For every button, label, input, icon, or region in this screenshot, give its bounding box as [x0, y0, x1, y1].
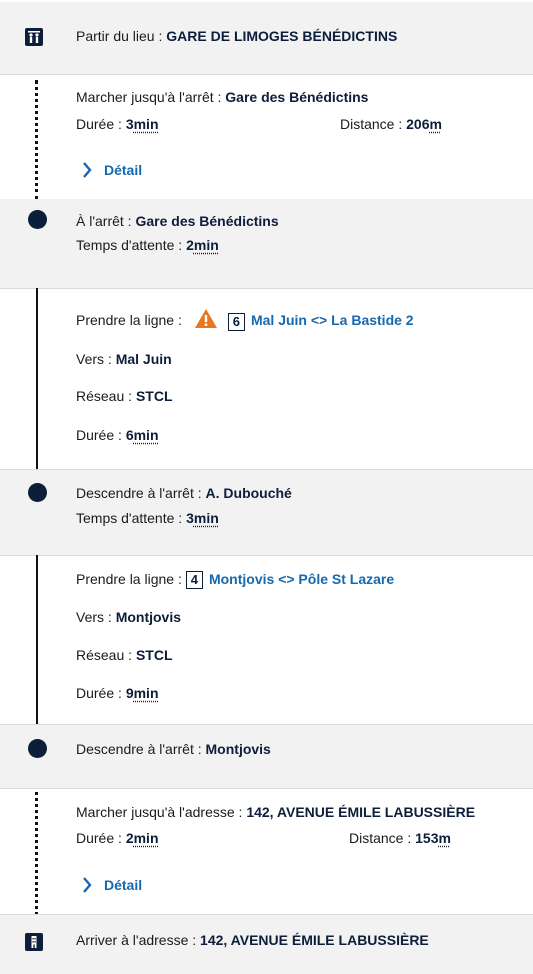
walk2-label: Marcher jusqu'à l'adresse : — [76, 804, 247, 820]
building-icon — [25, 933, 43, 951]
walk1-distance: Distance : 206m — [340, 115, 442, 133]
stop-marker-icon — [28, 739, 47, 758]
stop2-stop: A. Dubouché — [205, 485, 292, 501]
ride2-label: Prendre la ligne : — [76, 571, 186, 587]
wait-unit: min — [193, 510, 219, 526]
toward-label: Vers : — [76, 351, 116, 367]
top-divider — [0, 0, 533, 2]
walk1-row: Marcher jusqu'à l'arrêt : Gare des Bénéd… — [76, 88, 368, 106]
stop-marker-icon — [28, 483, 47, 502]
ride2-row: Prendre la ligne : 4 Montjovis <> Pôle St… — [76, 568, 394, 590]
divider — [0, 555, 533, 556]
walk1-stop: Gare des Bénédictins — [225, 89, 369, 105]
stop1-stop: Gare des Bénédictins — [135, 213, 279, 229]
wait-unit: min — [193, 237, 219, 253]
walking-people-icon — [25, 28, 43, 46]
network-label: Réseau : — [76, 388, 136, 404]
ride2-line-name[interactable]: Montjovis <> Pôle St Lazare — [209, 571, 394, 587]
toward-label: Vers : — [76, 609, 116, 625]
duration-label: Durée : — [76, 116, 126, 132]
chevron-right-icon — [83, 877, 92, 893]
duration-label: Durée : — [76, 685, 126, 701]
stop2-wait: Temps d'attente : 3min — [76, 509, 219, 527]
divider — [0, 288, 533, 289]
ride1-line-name[interactable]: Mal Juin <> La Bastide 2 — [251, 312, 414, 328]
duration-value: 6 — [125, 427, 134, 443]
ride1-label: Prendre la ligne : — [76, 312, 186, 329]
duration-unit: min — [133, 116, 159, 132]
divider — [0, 74, 533, 75]
walk2-address: 142, AVENUE ÉMILE LABUSSIÈRE — [246, 804, 476, 820]
ride1-network: Réseau : STCL — [76, 387, 173, 405]
ride1-duration: Durée : 6min — [76, 426, 159, 444]
arrive-address: 142, AVENUE ÉMILE LABUSSIÈRE — [200, 932, 429, 948]
line-number-badge[interactable]: 6 — [227, 312, 245, 331]
chevron-right-icon — [83, 162, 92, 178]
network-label: Réseau : — [76, 647, 136, 663]
distance-label: Distance : — [340, 116, 407, 132]
arrive-row: Arriver à l'adresse : 142, AVENUE ÉMILE … — [76, 931, 429, 949]
walk2-detail-link[interactable]: Détail — [82, 876, 142, 894]
walk2-distance: Distance : 153m — [349, 829, 451, 847]
wait-value: 3 — [186, 510, 194, 526]
divider — [0, 788, 533, 789]
stop1-row: À l'arrêt : Gare des Bénédictins — [76, 212, 279, 230]
walk-path-dotted — [35, 80, 38, 200]
wait-label: Temps d'attente : — [76, 237, 187, 253]
start-label: Partir du lieu : — [76, 28, 167, 44]
warning-icon[interactable] — [194, 308, 218, 335]
network-value: STCL — [135, 647, 173, 663]
walk1-duration: Durée : 3min — [76, 115, 159, 133]
wait-label: Temps d'attente : — [76, 510, 187, 526]
stop1-label: À l'arrêt : — [76, 213, 136, 229]
distance-unit: m — [438, 830, 451, 846]
detail-label: Détail — [104, 877, 143, 893]
duration-unit: min — [133, 685, 159, 701]
walk1-detail-link[interactable]: Détail — [82, 161, 142, 179]
toward-value: Mal Juin — [115, 351, 172, 367]
stop2-label: Descendre à l'arrêt : — [76, 485, 206, 501]
walk-path-dotted — [35, 792, 38, 915]
stop3-label: Descendre à l'arrêt : — [76, 741, 206, 757]
duration-value: 3 — [125, 116, 134, 132]
distance-value: 153 — [415, 830, 439, 846]
start-row: Partir du lieu : GARE DE LIMOGES BÉNÉDIC… — [76, 27, 397, 45]
line-number-badge[interactable]: 4 — [185, 571, 203, 590]
stop3-stop: Montjovis — [205, 741, 271, 757]
network-value: STCL — [135, 388, 173, 404]
ride1-row: Prendre la ligne : 6 Mal Juin <> La Basti… — [76, 308, 414, 335]
stop2-row: Descendre à l'arrêt : A. Dubouché — [76, 484, 292, 502]
walk2-duration: Durée : 2min — [76, 829, 159, 847]
detail-label: Détail — [104, 162, 143, 178]
ride2-duration: Durée : 9min — [76, 684, 159, 702]
ride-path-line — [36, 288, 38, 482]
duration-unit: min — [133, 427, 159, 443]
duration-unit: min — [133, 830, 159, 846]
distance-value: 206 — [406, 116, 430, 132]
distance-label: Distance : — [349, 830, 416, 846]
duration-value: 2 — [125, 830, 134, 846]
duration-value: 9 — [125, 685, 134, 701]
ride2-toward: Vers : Montjovis — [76, 608, 181, 626]
start-place: GARE DE LIMOGES BÉNÉDICTINS — [166, 28, 398, 44]
duration-label: Durée : — [76, 830, 126, 846]
stop3-row: Descendre à l'arrêt : Montjovis — [76, 740, 271, 758]
walk1-label: Marcher jusqu'à l'arrêt : — [76, 89, 226, 105]
divider — [0, 914, 533, 915]
stop-marker-icon — [28, 210, 47, 229]
wait-value: 2 — [186, 237, 194, 253]
ride1-toward: Vers : Mal Juin — [76, 350, 172, 368]
ride-path-line — [36, 555, 38, 740]
ride2-network: Réseau : STCL — [76, 646, 173, 664]
arrive-label: Arriver à l'adresse : — [76, 932, 201, 948]
toward-value: Montjovis — [115, 609, 182, 625]
walk2-row: Marcher jusqu'à l'adresse : 142, AVENUE … — [76, 803, 475, 821]
duration-label: Durée : — [76, 427, 126, 443]
stop1-wait: Temps d'attente : 2min — [76, 236, 219, 254]
distance-unit: m — [429, 116, 442, 132]
